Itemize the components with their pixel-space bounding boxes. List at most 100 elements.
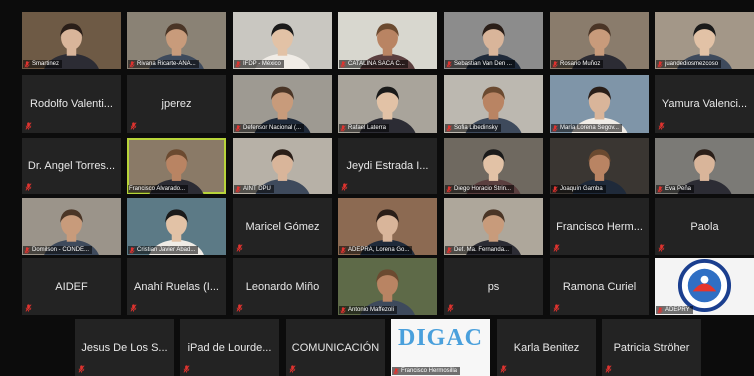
- participant-tile[interactable]: Paola: [655, 198, 754, 255]
- muted-mic-icon: [340, 246, 346, 254]
- participant-name: ADEPRA, Lorena Go...: [348, 247, 410, 253]
- participant-tile[interactable]: Rafael Laterra: [338, 75, 437, 133]
- participant-tile[interactable]: AIDEF: [22, 258, 121, 315]
- muted-mic-icon: [552, 124, 558, 132]
- participant-name: Yamura Valenci...: [661, 98, 748, 110]
- muted-mic-icon: [657, 306, 663, 314]
- muted-mic-icon: [553, 244, 560, 252]
- muted-mic-icon: [236, 244, 243, 252]
- participant-tile[interactable]: Jesus De Los S...: [75, 319, 174, 376]
- participant-name: Joaquín Gamba: [560, 186, 603, 192]
- participant-tile[interactable]: DIGAC Francisco Hermosilla: [391, 319, 490, 376]
- participant-tile[interactable]: Eva Peña: [655, 138, 754, 194]
- participant-name: Rosario Muñoz: [560, 61, 601, 67]
- participant-tile[interactable]: Jeydi Estrada I...: [338, 138, 437, 194]
- participant-name: Paola: [690, 220, 719, 233]
- participant-tile[interactable]: Def. Ma. Fernanda...: [444, 198, 543, 255]
- participant-name: Eva Peña: [665, 186, 692, 192]
- participant-tile[interactable]: Sebastian Van Den ...: [444, 12, 543, 69]
- participant-tile[interactable]: Rosario Muñoz: [550, 12, 649, 69]
- participant-tile[interactable]: Ramona Curiel: [550, 258, 649, 315]
- participant-tile[interactable]: jperez: [127, 75, 226, 133]
- participant-tile[interactable]: ADEPRY: [655, 258, 754, 315]
- participant-name-label: CATALINA SACA C...: [339, 60, 408, 68]
- participant-name: AIDEF: [55, 280, 88, 293]
- participant-tile[interactable]: Francisco Alvarado...: [127, 138, 226, 194]
- participant-tile[interactable]: Defensor Nacional (...: [233, 75, 332, 133]
- participant-name: iPad de Lourde...: [187, 341, 272, 354]
- participant-name-label: Sofia Libedinsky: [445, 124, 501, 132]
- participant-tile[interactable]: Karla Benitez: [497, 319, 596, 376]
- muted-mic-icon: [658, 122, 665, 130]
- participant-tile[interactable]: ADEPRA, Lorena Go...: [338, 198, 437, 255]
- participant-tile[interactable]: COMUNICACIÓN: [286, 319, 385, 376]
- participant-name-label: María Lorena Segov...: [551, 124, 622, 132]
- muted-mic-icon: [446, 124, 452, 132]
- muted-mic-icon: [235, 185, 241, 193]
- participant-tile[interactable]: AINT DPU: [233, 138, 332, 194]
- participant-tile[interactable]: Antonio Maffezoli: [338, 258, 437, 315]
- participant-name-label: ADEPRY: [656, 306, 693, 314]
- participant-name: Rivana Ricarte-ANA...: [137, 61, 196, 67]
- muted-mic-icon: [340, 60, 346, 68]
- participant-tile[interactable]: Dr. Angel Torres...: [22, 138, 121, 194]
- participant-name: Rodolfo Valenti...: [30, 98, 113, 110]
- participant-tile[interactable]: Leonardo Miño: [233, 258, 332, 315]
- muted-mic-icon: [657, 185, 663, 193]
- participant-name: Anahí Ruelas (I...: [134, 280, 219, 293]
- participant-name: Sofia Libedinsky: [454, 125, 498, 131]
- participant-name-label: ADEPRA, Lorena Go...: [339, 246, 413, 254]
- participant-name: Ramona Curiel: [562, 280, 637, 293]
- muted-mic-icon: [130, 122, 137, 130]
- muted-mic-icon: [129, 60, 135, 68]
- participant-tile[interactable]: Anahí Ruelas (I...: [127, 258, 226, 315]
- participant-name: Sebastian Van Den ...: [454, 61, 512, 67]
- participant-tile[interactable]: Maricel Gómez: [233, 198, 332, 255]
- participant-tile[interactable]: Sofia Libedinsky: [444, 75, 543, 133]
- participant-name: Karla Benitez: [513, 341, 580, 354]
- participant-name: Rafael Laterra: [348, 125, 387, 131]
- participant-name: COMUNICACIÓN: [291, 341, 380, 354]
- participant-tile[interactable]: Yamura Valenci...: [655, 75, 754, 133]
- participant-tile[interactable]: ps: [444, 258, 543, 315]
- muted-mic-icon: [341, 183, 348, 191]
- participant-tile[interactable]: juandediosmezcoso: [655, 12, 754, 69]
- participant-tile[interactable]: Domilson - CONDE...: [22, 198, 121, 255]
- muted-mic-icon: [446, 185, 452, 193]
- participant-tile[interactable]: Cristian Javier Abad...: [127, 198, 226, 255]
- digac-logo: DIGAC: [397, 325, 483, 351]
- participant-name: Patricia Ströher: [613, 341, 690, 354]
- muted-mic-icon: [658, 244, 665, 252]
- muted-mic-icon: [78, 365, 85, 373]
- participant-name-label: Sebastian Van Den ...: [445, 60, 515, 68]
- participant-name: Diego Horacio Strin...: [454, 186, 512, 192]
- participant-tile[interactable]: María Lorena Segov...: [550, 75, 649, 133]
- participant-tile[interactable]: Francisco Herm...: [550, 198, 649, 255]
- participant-tile[interactable]: Diego Horacio Strin...: [444, 138, 543, 194]
- participant-name: ADEPRY: [665, 307, 690, 313]
- muted-mic-icon: [552, 60, 558, 68]
- participant-name: Dr. Angel Torres...: [27, 160, 116, 172]
- participant-tile[interactable]: Joaquín Gamba: [550, 138, 649, 194]
- participant-name: Francisco Herm...: [556, 220, 643, 233]
- participant-name: IFDP - México: [243, 61, 281, 67]
- participant-name: CATALINA SACA C...: [348, 61, 405, 67]
- participant-tile[interactable]: Rodolfo Valenti...: [22, 75, 121, 133]
- participant-tile[interactable]: iPad de Lourde...: [180, 319, 279, 376]
- participant-tile[interactable]: Rivana Ricarte-ANA...: [127, 12, 226, 69]
- participant-name: Antonio Maffezoli: [348, 307, 394, 313]
- participant-tile[interactable]: Smartinez: [22, 12, 121, 69]
- participant-name: Maricel Gómez: [245, 220, 320, 233]
- participant-name: Cristian Javier Abad...: [137, 247, 196, 253]
- muted-mic-icon: [25, 122, 32, 130]
- participant-tile[interactable]: CATALINA SACA C...: [338, 12, 437, 69]
- participant-tile[interactable]: IFDP - México: [233, 12, 332, 69]
- participant-name: Defensor Nacional (...: [243, 125, 302, 131]
- muted-mic-icon: [25, 183, 32, 191]
- muted-mic-icon: [24, 246, 30, 254]
- participant-name-label: Defensor Nacional (...: [234, 124, 305, 132]
- participant-name-label: Francisco Hermosilla: [392, 367, 461, 375]
- muted-mic-icon: [552, 185, 558, 193]
- participant-name: AINT DPU: [243, 186, 271, 192]
- participant-tile[interactable]: Patricia Ströher: [602, 319, 701, 376]
